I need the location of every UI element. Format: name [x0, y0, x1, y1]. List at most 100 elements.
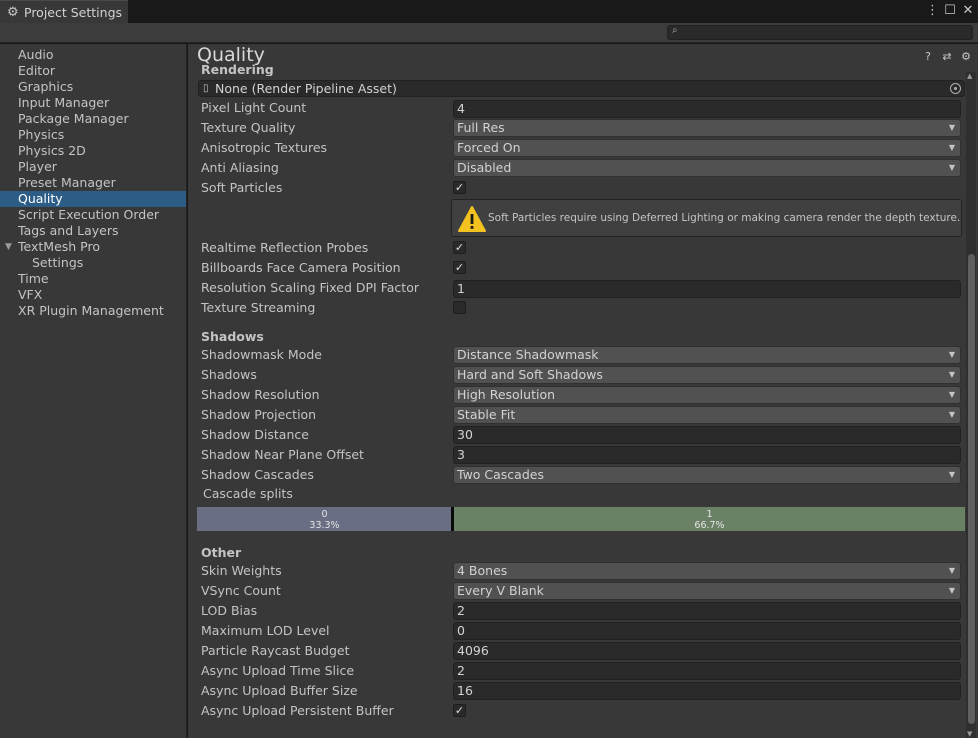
sidebar-item-textmesh-pro[interactable]: ▼ TextMesh Pro — [0, 239, 186, 255]
particle-raycast-budget-field[interactable]: 4096 — [453, 642, 961, 660]
cascade-segment-1: 1 66.7% — [454, 507, 965, 531]
sidebar-item-audio[interactable]: Audio — [0, 47, 186, 63]
label-vsync-count: VSync Count — [201, 583, 281, 598]
vertical-scrollbar[interactable]: ▲ ▼ — [966, 72, 976, 738]
scroll-up-icon[interactable]: ▲ — [967, 72, 972, 80]
sidebar-item-settings[interactable]: Settings — [0, 255, 186, 271]
sidebar-item-label: Editor — [18, 63, 55, 78]
label-cascade-splits: Cascade splits — [203, 486, 293, 501]
maximum-lod-level-field[interactable]: 0 — [453, 622, 961, 640]
sidebar-item-label: Tags and Layers — [18, 223, 119, 238]
sidebar-item-graphics[interactable]: Graphics — [0, 79, 186, 95]
dropdown-value: Two Cascades — [457, 467, 544, 482]
close-icon[interactable]: ✕ — [962, 3, 974, 19]
sidebar-item-script-execution-order[interactable]: Script Execution Order — [0, 207, 186, 223]
shadow-distance-field[interactable]: 30 — [453, 426, 961, 444]
label-anti-aliasing: Anti Aliasing — [201, 160, 279, 175]
search-box[interactable]: ⌕ — [667, 25, 973, 40]
label-async-upload-persistent-buffer: Async Upload Persistent Buffer — [201, 703, 394, 718]
settings-sidebar: Audio Editor Graphics Input Manager Package … — [0, 44, 187, 738]
label-shadow-near-plane-offset: Shadow Near Plane Offset — [201, 447, 364, 462]
object-picker-icon[interactable] — [950, 83, 961, 94]
sidebar-item-label: XR Plugin Management — [18, 303, 164, 318]
shadowmask-mode-dropdown[interactable]: Distance Shadowmask ▼ — [453, 346, 961, 364]
sidebar-item-physics[interactable]: Physics — [0, 127, 186, 143]
sidebar-item-editor[interactable]: Editor — [0, 63, 186, 79]
pixel-light-count-field[interactable]: 4 — [453, 100, 961, 118]
shadow-resolution-dropdown[interactable]: High Resolution ▼ — [453, 386, 961, 404]
skin-weights-dropdown[interactable]: 4 Bones ▼ — [453, 562, 961, 580]
cascade-percent: 33.3% — [309, 520, 340, 531]
dropdown-value: Stable Fit — [457, 407, 516, 422]
anti-aliasing-dropdown[interactable]: Disabled ▼ — [453, 159, 961, 177]
texture-streaming-checkbox[interactable] — [453, 301, 466, 314]
tab-project-settings[interactable]: ⚙ Project Settings — [0, 0, 128, 23]
sidebar-item-label: Physics 2D — [18, 143, 86, 158]
async-upload-persistent-buffer-checkbox[interactable]: ✓ — [453, 704, 466, 717]
foldout-expanded-icon[interactable]: ▼ — [5, 239, 12, 255]
caret-down-icon: ▼ — [948, 143, 955, 152]
billboards-face-camera-checkbox[interactable]: ✓ — [453, 261, 466, 274]
cascade-splits-bar[interactable]: 0 33.3% 1 66.7% — [197, 507, 965, 531]
dropdown-value: Distance Shadowmask — [457, 347, 599, 362]
lod-bias-field[interactable]: 2 — [453, 602, 961, 620]
render-pipeline-asset-field[interactable]: ▯ None (Render Pipeline Asset) — [198, 80, 965, 97]
caret-down-icon: ▼ — [948, 566, 955, 575]
texture-quality-dropdown[interactable]: Full Res ▼ — [453, 119, 961, 137]
vsync-count-dropdown[interactable]: Every V Blank ▼ — [453, 582, 961, 600]
sidebar-item-package-manager[interactable]: Package Manager — [0, 111, 186, 127]
caret-down-icon: ▼ — [948, 586, 955, 595]
caret-down-icon: ▼ — [948, 410, 955, 419]
async-upload-buffer-size-field[interactable]: 16 — [453, 682, 961, 700]
sidebar-item-label: Audio — [18, 47, 54, 62]
label-texture-streaming: Texture Streaming — [201, 300, 316, 315]
label-soft-particles: Soft Particles — [201, 180, 283, 195]
async-upload-time-slice-field[interactable]: 2 — [453, 662, 961, 680]
sidebar-item-physics-2d[interactable]: Physics 2D — [0, 143, 186, 159]
sidebar-item-player[interactable]: Player — [0, 159, 186, 175]
label-skin-weights: Skin Weights — [201, 563, 282, 578]
anisotropic-textures-dropdown[interactable]: Forced On ▼ — [453, 139, 961, 157]
dropdown-value: Full Res — [457, 120, 505, 135]
sidebar-item-xr-plugin-management[interactable]: XR Plugin Management — [0, 303, 186, 319]
label-shadowmask-mode: Shadowmask Mode — [201, 347, 322, 362]
help-icon[interactable]: ? — [922, 50, 934, 63]
caret-down-icon: ▼ — [948, 350, 955, 359]
kebab-menu-icon[interactable]: ⋮ — [926, 3, 939, 19]
label-resolution-scaling: Resolution Scaling Fixed DPI Factor — [201, 280, 419, 295]
sidebar-item-label: Graphics — [18, 79, 74, 94]
caret-down-icon: ▼ — [948, 370, 955, 379]
shadow-projection-dropdown[interactable]: Stable Fit ▼ — [453, 406, 961, 424]
sidebar-item-label: Physics — [18, 127, 65, 142]
search-icon: ⌕ — [672, 25, 678, 36]
header-icons: ? ⇄ ⚙ — [922, 50, 972, 63]
sidebar-item-input-manager[interactable]: Input Manager — [0, 95, 186, 111]
sidebar-item-tags-and-layers[interactable]: Tags and Layers — [0, 223, 186, 239]
label-texture-quality: Texture Quality — [201, 120, 296, 135]
warning-message: Soft Particles require using Deferred Li… — [488, 212, 961, 224]
label-async-upload-time-slice: Async Upload Time Slice — [201, 663, 355, 678]
sidebar-item-preset-manager[interactable]: Preset Manager — [0, 175, 186, 191]
scrollbar-thumb[interactable] — [968, 254, 975, 724]
sidebar-item-time[interactable]: Time — [0, 271, 186, 287]
maximize-icon[interactable]: ☐ — [944, 3, 956, 19]
realtime-reflection-probes-checkbox[interactable]: ✓ — [453, 241, 466, 254]
resolution-scaling-field[interactable]: 1 — [453, 280, 961, 298]
caret-down-icon: ▼ — [948, 470, 955, 479]
soft-particles-checkbox[interactable]: ✓ — [453, 181, 466, 194]
shadows-dropdown[interactable]: Hard and Soft Shadows ▼ — [453, 366, 961, 384]
preset-icon[interactable]: ⇄ — [941, 50, 953, 63]
sidebar-item-quality[interactable]: Quality — [0, 191, 186, 207]
caret-down-icon: ▼ — [948, 390, 955, 399]
title-bar: ⚙ Project Settings ⋮ ☐ ✕ — [0, 0, 978, 23]
scroll-down-icon[interactable]: ▼ — [967, 730, 972, 738]
shadow-cascades-dropdown[interactable]: Two Cascades ▼ — [453, 466, 961, 484]
search-input[interactable] — [684, 26, 970, 39]
settings-icon[interactable]: ⚙ — [960, 50, 972, 63]
sidebar-item-label: Quality — [18, 191, 63, 206]
shadow-near-plane-offset-field[interactable]: 3 — [453, 446, 961, 464]
sidebar-item-vfx[interactable]: VFX — [0, 287, 186, 303]
dropdown-value: High Resolution — [457, 387, 556, 402]
label-shadow-distance: Shadow Distance — [201, 427, 309, 442]
sidebar-item-label: Preset Manager — [18, 175, 116, 190]
